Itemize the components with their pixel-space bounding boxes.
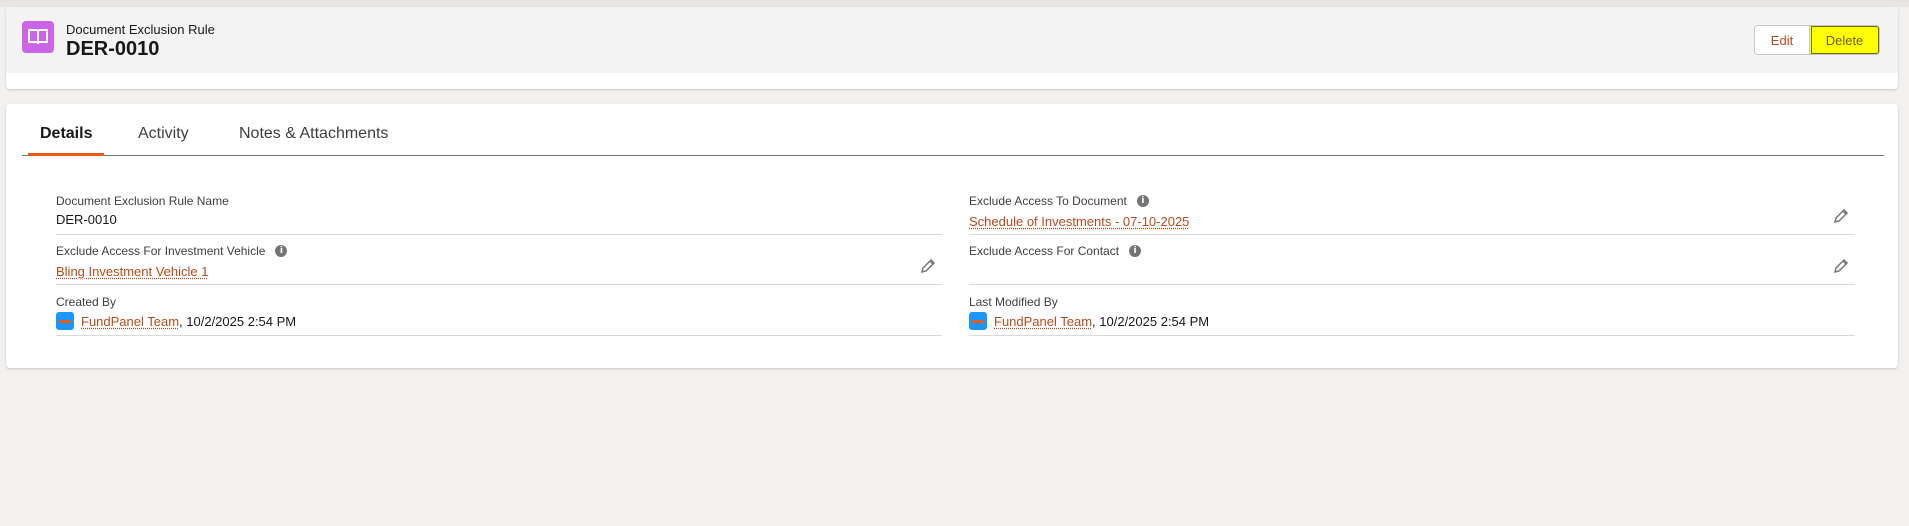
field-label-wrap: Exclude Access For Contact i bbox=[969, 244, 1142, 258]
field-label: Document Exclusion Rule Name bbox=[56, 194, 229, 208]
avatar bbox=[969, 312, 987, 330]
timestamp: , 10/2/2025 2:54 PM bbox=[179, 313, 297, 329]
field-exclude-contact: Exclude Access For Contact i bbox=[969, 236, 1855, 285]
field-label: Exclude Access For Contact bbox=[969, 244, 1120, 258]
field-label: Last Modified By bbox=[969, 295, 1058, 309]
vehicle-link[interactable]: Bling Investment Vehicle 1 bbox=[56, 264, 208, 279]
field-value-wrap: FundPanel Team , 10/2/2025 2:54 PM bbox=[969, 312, 1209, 330]
field-rule-name: Document Exclusion Rule Name DER-0010 bbox=[56, 186, 942, 235]
action-buttons: Edit Delete bbox=[1754, 25, 1880, 55]
field-label: Exclude Access To Document bbox=[969, 194, 1127, 208]
timestamp: , 10/2/2025 2:54 PM bbox=[1092, 313, 1210, 329]
field-created-by: Created By FundPanel Team , 10/2/2025 2:… bbox=[56, 287, 942, 336]
user-link[interactable]: FundPanel Team bbox=[994, 314, 1092, 329]
tab-details[interactable]: Details bbox=[27, 125, 106, 156]
tab-notes-attachments[interactable]: Notes & Attachments bbox=[239, 125, 388, 153]
record-header: Document Exclusion Rule DER-0010 Edit De… bbox=[6, 7, 1898, 89]
info-icon[interactable]: i bbox=[275, 245, 288, 257]
user-link[interactable]: FundPanel Team bbox=[81, 314, 179, 329]
avatar bbox=[56, 312, 74, 330]
field-value: DER-0010 bbox=[56, 212, 117, 227]
field-value-wrap: Schedule of Investments - 07-10-2025 bbox=[969, 214, 1189, 229]
field-label: Exclude Access For Investment Vehicle bbox=[56, 244, 266, 258]
field-label-wrap: Exclude Access To Document i bbox=[969, 194, 1149, 208]
field-exclude-document: Exclude Access To Document i Schedule of… bbox=[969, 186, 1855, 235]
delete-button[interactable]: Delete bbox=[1810, 25, 1880, 55]
field-value-wrap: FundPanel Team , 10/2/2025 2:54 PM bbox=[56, 312, 296, 330]
record-title: DER-0010 bbox=[66, 38, 160, 60]
tab-activity[interactable]: Activity bbox=[138, 125, 189, 153]
field-label-wrap: Exclude Access For Investment Vehicle i bbox=[56, 244, 288, 258]
field-value-wrap: Bling Investment Vehicle 1 bbox=[56, 264, 208, 279]
document-link[interactable]: Schedule of Investments - 07-10-2025 bbox=[969, 214, 1189, 229]
field-label: Created By bbox=[56, 295, 117, 309]
object-type-label: Document Exclusion Rule bbox=[66, 22, 215, 37]
field-last-modified-by: Last Modified By FundPanel Team , 10/2/2… bbox=[969, 287, 1855, 336]
edit-pencil-icon[interactable] bbox=[1833, 258, 1849, 274]
details-panel: Details Activity Notes & Attachments Doc… bbox=[6, 104, 1898, 368]
info-icon[interactable]: i bbox=[1129, 245, 1142, 257]
info-icon[interactable]: i bbox=[1136, 195, 1149, 207]
edit-button[interactable]: Edit bbox=[1754, 25, 1810, 55]
edit-pencil-icon[interactable] bbox=[920, 258, 936, 274]
document-book-icon bbox=[22, 21, 54, 53]
tab-bar: Details Activity Notes & Attachments bbox=[22, 104, 1884, 156]
top-strip bbox=[0, 0, 1909, 7]
record-header-band: Document Exclusion Rule DER-0010 Edit De… bbox=[6, 7, 1898, 73]
edit-pencil-icon[interactable] bbox=[1833, 208, 1849, 224]
field-exclude-vehicle: Exclude Access For Investment Vehicle i … bbox=[56, 236, 942, 285]
